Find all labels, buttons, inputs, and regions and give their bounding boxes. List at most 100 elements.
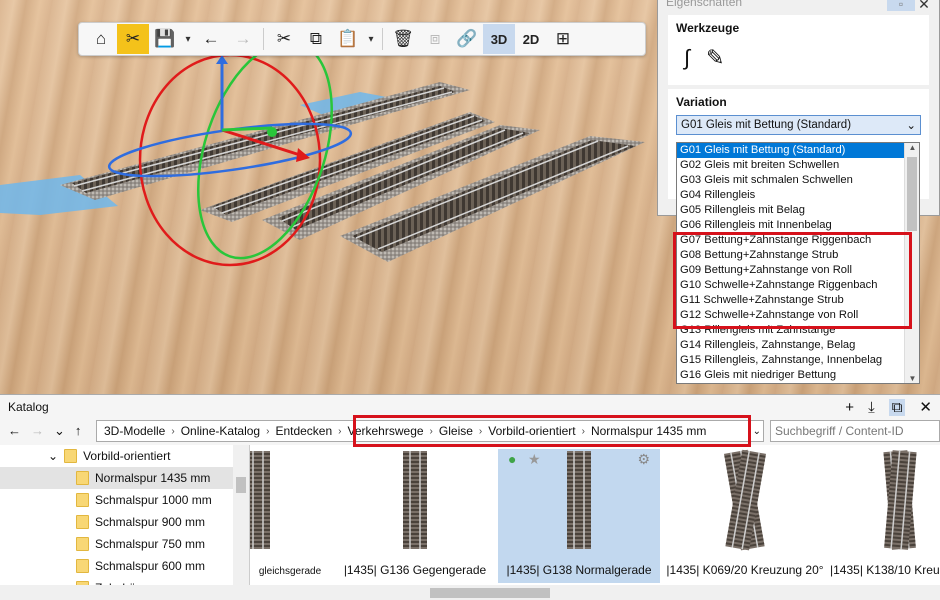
variation-select-value: G01 Gleis mit Bettung (Standard) (681, 119, 852, 131)
variation-option[interactable]: G04 Rillengleis (677, 188, 905, 203)
pin-icon[interactable]: ▫ (887, 0, 915, 11)
paste-icon[interactable]: 📋 (332, 24, 364, 54)
track-thumbnail (723, 449, 767, 551)
properties-title: Eigenschaften (666, 0, 743, 9)
tools-icon[interactable]: ✂ (117, 24, 149, 54)
variation-select[interactable]: G01 Gleis mit Bettung (Standard) ⌄ (676, 115, 921, 135)
chevron-down-icon[interactable]: ⌄ (54, 423, 65, 439)
breadcrumb-item[interactable]: Online-Katalog (178, 424, 263, 438)
tree-item-label: Schmalspur 900 mm (95, 515, 206, 529)
view-3d-button[interactable]: 3D (483, 24, 515, 54)
folder-icon (76, 471, 89, 485)
catalog-item[interactable]: gleichsgerade (250, 449, 330, 583)
close-icon[interactable]: ✕ (919, 398, 932, 416)
pencil-icon[interactable]: ✎ (706, 45, 724, 71)
chevron-down-icon[interactable]: ▾ (181, 34, 195, 45)
catalog-item[interactable]: |1435| K138/10 Kreuzung (830, 449, 940, 583)
horizontal-scrollbar[interactable] (0, 585, 940, 600)
cut-icon[interactable]: ✂ (268, 24, 300, 54)
catalog-item-label: |1435| G138 Normalgerade (506, 563, 652, 577)
download-icon[interactable]: ⤓ (868, 399, 875, 416)
tree-item[interactable]: Normalspur 1435 mm (0, 467, 249, 489)
tree-item-label: Schmalspur 750 mm (95, 537, 206, 551)
chevron-down-icon[interactable]: ▾ (364, 34, 378, 45)
tree-item-label: Normalspur 1435 mm (95, 471, 211, 485)
tree-item[interactable]: Schmalspur 1000 mm (0, 489, 249, 511)
globe-icon: ● (508, 451, 517, 467)
variation-option[interactable]: G02 Gleis mit breiten Schwellen (677, 158, 905, 173)
scroll-up-icon[interactable]: ▲ (905, 143, 919, 152)
star-icon[interactable]: ★ (528, 451, 541, 468)
scrollbar-thumb[interactable] (236, 477, 246, 493)
catalog-item-label: |1435| K069/20 Kreuzung 20° (666, 563, 824, 577)
catalog-item-label: gleichsgerade (258, 566, 322, 577)
variation-heading: Variation (676, 95, 727, 109)
undock-icon[interactable]: ⧉ (888, 398, 906, 416)
tree-item[interactable]: Schmalspur 600 mm (0, 555, 249, 577)
catalog-title: Katalog (8, 400, 49, 414)
redo-icon[interactable]: → (227, 24, 259, 54)
tree-item-label: Schmalspur 600 mm (95, 559, 206, 573)
toolbar-divider (263, 28, 264, 50)
track-thumbnail (250, 451, 270, 549)
curve-tool-icon[interactable]: ∫ (684, 45, 690, 71)
catalog-tree: ⌄ Vorbild-orientiert Normalspur 1435 mm Sch… (0, 445, 250, 585)
chevron-down-icon[interactable]: ⌄ (48, 449, 58, 463)
catalog-panel: Katalog + ⤓ ⧉ ✕ ← → ⌄ ↑ 3D-Modelle › Onli… (0, 394, 940, 600)
catalog-item[interactable]: |1435| G136 Gegengerade (334, 449, 496, 583)
main-toolbar: ⌂ ✂ 💾 ▾ ← → ✂ ⧉ 📋 ▾ 🗑 ⧈ 🔗 3D 2D ⊞ (78, 22, 646, 56)
undo-icon[interactable]: ← (195, 24, 227, 54)
variation-option[interactable]: G03 Gleis mit schmalen Schwellen (677, 173, 905, 188)
scrollbar-thumb[interactable] (907, 157, 917, 231)
folder-icon (76, 493, 89, 507)
back-icon[interactable]: ← (8, 423, 21, 439)
folder-icon (76, 515, 89, 529)
tree-item[interactable]: Zubehör (0, 577, 249, 585)
breadcrumb-item[interactable]: 3D-Modelle (101, 424, 168, 438)
variation-option[interactable]: G01 Gleis mit Bettung (Standard) (677, 143, 905, 158)
gear-icon[interactable]: ⚙ (637, 451, 650, 468)
save-icon[interactable]: 💾 (149, 24, 181, 54)
tree-item[interactable]: ⌄ Vorbild-orientiert (0, 445, 249, 467)
chevron-down-icon[interactable]: ⌄ (753, 426, 761, 437)
scroll-down-icon[interactable]: ▼ (905, 374, 919, 383)
search-input[interactable]: Suchbegriff / Content-ID (770, 420, 940, 442)
toolbar-divider (382, 28, 383, 50)
tree-scrollbar[interactable] (233, 445, 249, 585)
folder-icon (76, 559, 89, 573)
group-icon[interactable]: ⧈ (419, 24, 451, 54)
breadcrumb-item[interactable]: Entdecken (272, 424, 335, 438)
catalog-item-label: |1435| G136 Gegengerade (343, 563, 487, 577)
move-axis-y[interactable] (221, 126, 273, 132)
variation-option[interactable]: G16 Gleis mit niedriger Bettung (677, 368, 905, 383)
tree-item-label: Vorbild-orientiert (83, 449, 171, 463)
grid-icon[interactable]: ⊞ (547, 24, 579, 54)
tree-item[interactable]: Schmalspur 900 mm (0, 511, 249, 533)
add-icon[interactable]: + (845, 399, 854, 416)
close-icon[interactable]: ✕ (915, 0, 933, 13)
variation-option[interactable]: G14 Rillengleis, Zahnstange, Belag (677, 338, 905, 353)
highlight-breadcrumb (353, 415, 751, 447)
tools-section: Werkzeuge ∫ ✎ (668, 15, 929, 85)
folder-icon (64, 449, 78, 463)
catalog-item[interactable]: ● ★ ⚙ |1435| G138 Normalgerade (498, 449, 660, 583)
catalog-item-label: |1435| K138/10 Kreuzung (830, 563, 940, 577)
up-icon[interactable]: ↑ (75, 423, 82, 439)
copy-icon[interactable]: ⧉ (300, 24, 332, 54)
variation-option[interactable]: G15 Rillengleis, Zahnstange, Innenbelag (677, 353, 905, 368)
variation-option[interactable]: G06 Rillengleis mit Innenbelag (677, 218, 905, 233)
track-thumbnail (403, 451, 427, 549)
home-icon[interactable]: ⌂ (85, 24, 117, 54)
properties-header: Eigenschaften ▫ ✕ (658, 0, 939, 13)
folder-icon (76, 537, 89, 551)
variation-option[interactable]: G05 Rillengleis mit Belag (677, 203, 905, 218)
link-icon[interactable]: 🔗 (451, 24, 483, 54)
scrollbar-thumb[interactable] (430, 588, 550, 598)
highlight-rack-variants (673, 232, 912, 329)
catalog-item[interactable]: |1435| K069/20 Kreuzung 20° (664, 449, 826, 583)
tree-item[interactable]: Schmalspur 750 mm (0, 533, 249, 555)
view-2d-button[interactable]: 2D (515, 24, 547, 54)
delete-icon[interactable]: 🗑 (387, 24, 419, 54)
forward-icon[interactable]: → (31, 423, 44, 439)
tools-heading: Werkzeuge (676, 21, 740, 35)
